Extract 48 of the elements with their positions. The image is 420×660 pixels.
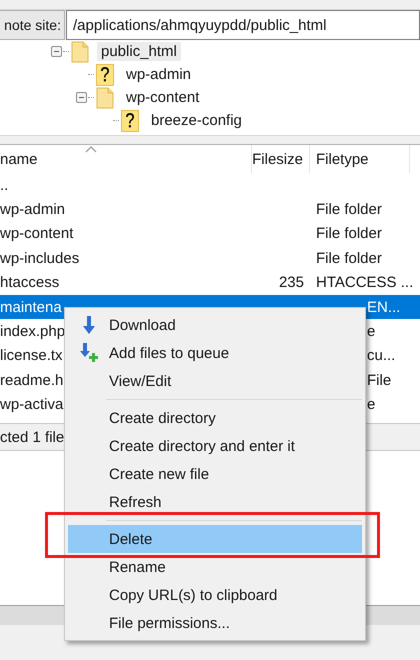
file-row[interactable]: wp-includes File folder [0,246,420,271]
file-row[interactable]: wp-admin File folder [0,197,420,222]
collapse-icon[interactable] [76,92,87,103]
file-type: File folder [316,225,382,242]
file-type: e [367,396,376,414]
folder-icon [71,40,89,62]
menu-item[interactable]: Create directory [68,404,362,432]
question-icon [121,110,139,132]
down-arrow-icon [80,315,96,335]
menu-item[interactable]: Refresh [68,488,362,516]
tree-item[interactable]: wp-content [122,88,204,107]
file-type: HTACCESS ... [316,274,414,292]
menu-item[interactable]: Create new file [68,460,362,488]
file-name: htaccess [0,274,60,292]
collapse-icon[interactable] [51,46,62,57]
file-size: 235 [278,274,304,292]
column-header[interactable]: Filesize [252,145,310,173]
menu-item[interactable]: Add files to queue [68,339,362,367]
file-name: wp-activa [0,396,64,414]
remote-site-label: note site: [0,10,65,40]
menu-item[interactable]: Copy URL(s) to clipboard [68,581,362,609]
file-type: File folder [316,250,382,267]
column-header[interactable]: Filetype [310,145,410,173]
menu-item[interactable]: File permissions... [68,609,362,637]
menu-item[interactable]: Rename [68,553,362,581]
file-type: EN... [367,298,400,316]
file-type: File folder [316,201,382,218]
add-arrow-icon [78,342,100,364]
tree-item[interactable]: wp-admin [122,65,196,84]
menu-item[interactable]: Delete [68,525,362,553]
column-header[interactable]: name [0,145,252,173]
menu-item[interactable]: Download [68,311,362,339]
file-row[interactable]: htaccess 235 HTACCESS ... [0,270,420,295]
menu-item[interactable]: View/Edit [68,367,362,395]
file-name: wp-includes [0,250,80,267]
file-name: wp-content [0,225,74,242]
file-row[interactable]: wp-content File folder [0,222,420,246]
tree-item[interactable]: breeze-config [147,111,246,130]
menu-item[interactable]: Create directory and enter it [68,432,362,460]
status-text: cted 1 file [0,428,64,446]
file-name: wp-admin [0,201,66,218]
file-name: maintena [0,298,63,316]
file-row[interactable]: .. [0,173,420,198]
tree-item[interactable]: public_html [97,42,181,61]
folder-icon [96,86,114,108]
remote-path-field[interactable]: /applications/ahmqyuypdd/public_html [66,10,420,40]
question-icon [96,64,114,86]
file-name: .. [0,176,10,194]
